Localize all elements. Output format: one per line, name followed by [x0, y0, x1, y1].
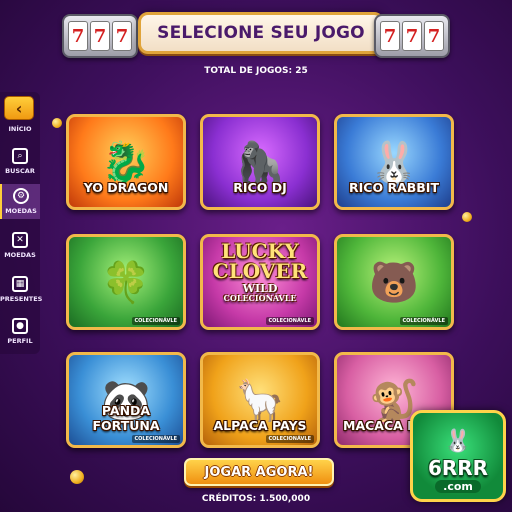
slot-symbol: 7 — [424, 21, 444, 51]
slot-machine-icon: 7 7 7 — [374, 14, 450, 58]
sidebar-item-moedas-2[interactable]: ✕ MOEDAS — [0, 232, 40, 259]
game-card-rico-rabbit[interactable]: 🐰 RICO RABBIT — [334, 114, 454, 210]
sidebar-item-label: PERFIL — [7, 337, 33, 345]
brand-logo: 🐰 6RRR .com — [410, 410, 506, 502]
logo-line: COLECIONÁVLE — [223, 293, 297, 303]
collectible-badge: COLECIONÁVLE — [265, 317, 314, 325]
sidebar-item-label: PRESENTES — [0, 295, 43, 303]
game-card-lucky-clover-wild[interactable]: LUCKY CLOVER WILD COLECIONÁVLE COLECIONÁ… — [200, 234, 320, 330]
header-banner: SELECIONE SEU JOGO — [138, 12, 384, 54]
game-card-panda-fortuna[interactable]: 🐼 PANDA FORTUNA COLECIONÁVLE — [66, 352, 186, 448]
coin-decoration — [462, 212, 472, 222]
sidebar-item-label: MOEDAS — [4, 251, 36, 259]
collectible-badge: COLECIONÁVLE — [399, 317, 448, 325]
profile-icon: ● — [12, 318, 28, 334]
page-title: SELECIONE SEU JOGO — [157, 23, 365, 43]
bear-icon: 🐻 — [369, 259, 419, 306]
logo-line: LUCKY — [221, 239, 299, 263]
coins-icon: ✕ — [12, 232, 28, 248]
sidebar-item-moedas[interactable]: ⚙ MOEDAS — [0, 184, 40, 219]
logo-domain-text: .com — [435, 480, 481, 493]
game-title: RICO DJ — [233, 180, 287, 195]
slot-symbol: 7 — [112, 21, 132, 51]
sidebar-item-label: INÍCIO — [8, 125, 32, 133]
game-title: RICO RABBIT — [349, 180, 439, 195]
game-card-bear[interactable]: 🐻 COLECIONÁVLE — [334, 234, 454, 330]
sidebar-item-perfil[interactable]: ● PERFIL — [0, 318, 40, 345]
slot-symbol: 7 — [90, 21, 110, 51]
collectible-badge: COLECIONÁVLE — [131, 435, 180, 443]
game-card-rico-dj[interactable]: 🦍 RICO DJ — [200, 114, 320, 210]
sidebar-item-presentes[interactable]: ▦ PRESENTES — [0, 276, 43, 303]
game-card-leprechaun[interactable]: 🍀 COLECIONÁVLE — [66, 234, 186, 330]
game-card-yo-dragon[interactable]: 🐉 YO DRAGON — [66, 114, 186, 210]
play-now-button[interactable]: JOGAR AGORA! — [184, 458, 334, 486]
slot-symbol: 7 — [380, 21, 400, 51]
sidebar-item-label: MOEDAS — [5, 207, 37, 215]
coin-decoration — [52, 118, 62, 128]
sidebar-item-buscar[interactable]: ⌕ BUSCAR — [0, 148, 40, 175]
lucky-clover-logo: LUCKY CLOVER WILD COLECIONÁVLE — [203, 241, 317, 302]
gift-icon: ▦ — [12, 276, 28, 292]
game-title: PANDA FORTUNA — [92, 403, 160, 433]
coins-gear-icon: ⚙ — [13, 188, 29, 204]
search-icon: ⌕ — [12, 148, 28, 164]
game-title: YO DRAGON — [83, 180, 169, 195]
collectible-badge: COLECIONÁVLE — [265, 435, 314, 443]
slot-symbol: 7 — [68, 21, 88, 51]
game-title: ALPACA PAYS — [213, 418, 307, 433]
slot-machine-icon: 7 7 7 — [62, 14, 138, 58]
total-games-label: TOTAL DE JOGOS: 25 — [204, 66, 308, 76]
logo-brand-text: 6RRR — [427, 456, 489, 480]
game-card-alpaca-pays[interactable]: 🦙 ALPACA PAYS COLECIONÁVLE — [200, 352, 320, 448]
back-arrow-icon: ‹ — [15, 98, 23, 118]
rabbit-mascot-icon: 🐰 — [444, 429, 472, 454]
leprechaun-icon: 🍀 — [101, 259, 151, 306]
collectible-badge: COLECIONÁVLE — [131, 317, 180, 325]
sidebar-item-label: BUSCAR — [5, 167, 35, 175]
logo-line: CLOVER — [212, 259, 308, 283]
back-button[interactable]: ‹ — [4, 96, 34, 120]
coin-decoration — [70, 470, 84, 484]
slot-symbol: 7 — [402, 21, 422, 51]
sidebar-item-inicio[interactable]: INÍCIO — [0, 122, 40, 133]
